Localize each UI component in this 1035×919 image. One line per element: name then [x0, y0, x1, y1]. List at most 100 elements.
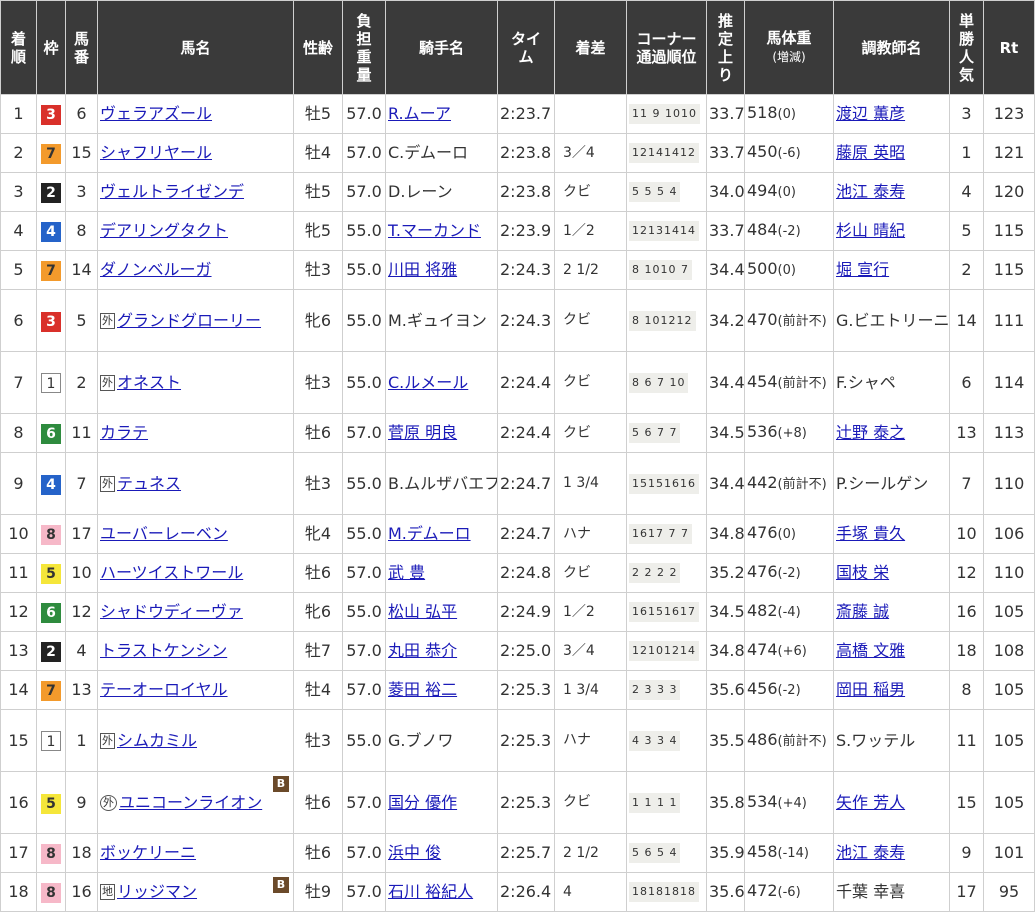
trainer-cell: F.シャペ — [833, 351, 950, 414]
horse-name-link[interactable]: カラテ — [100, 423, 148, 442]
frame-cell: 5 — [36, 553, 66, 593]
body-weight-cell: 486(前計不) — [744, 709, 834, 772]
trainer-link[interactable]: 池江 泰寿 — [836, 182, 905, 201]
body-weight-cell: 500(0) — [744, 250, 834, 290]
jockey-link[interactable]: C.ルメール — [388, 373, 468, 392]
trainer-cell: 矢作 芳人 — [833, 771, 950, 834]
trainer-link[interactable]: 手塚 貴久 — [836, 524, 905, 543]
number-cell: 9 — [65, 771, 98, 834]
number-cell: 10 — [65, 553, 98, 593]
horse-name-link[interactable]: グランドグローリー — [117, 311, 261, 330]
jockey-link[interactable]: 菅原 明良 — [388, 423, 457, 442]
horse-cell: 外シムカミル — [97, 709, 294, 772]
trainer-link[interactable]: 斎藤 誠 — [836, 602, 889, 621]
horse-name-link[interactable]: ボッケリーニ — [100, 843, 196, 862]
horse-name-link[interactable]: シャフリヤール — [100, 143, 212, 162]
rating-cell: 123 — [983, 94, 1035, 134]
body-weight-cell: 450(-6) — [744, 133, 834, 173]
weight-cell: 57.0 — [342, 631, 386, 671]
last3f-cell: 34.5 — [706, 413, 745, 453]
foreign-horse-mark: 外 — [100, 375, 115, 391]
horse-name-link[interactable]: ユニコーンライオン — [119, 793, 262, 812]
trainer-link[interactable]: 矢作 芳人 — [836, 793, 905, 812]
jockey-cell: 松山 弘平 — [385, 592, 498, 632]
horse-name-link[interactable]: デアリングタクト — [100, 221, 228, 240]
jockey-cell: T.マーカンド — [385, 211, 498, 251]
corner-cell: 8 1010 7 — [626, 250, 707, 290]
horse-name-link[interactable]: シムカミル — [117, 731, 197, 750]
jockey-link[interactable]: 川田 将雅 — [388, 260, 457, 279]
trainer-cell: 斎藤 誠 — [833, 592, 950, 632]
jockey-link[interactable]: T.マーカンド — [388, 221, 481, 240]
jockey-link[interactable]: M.デムーロ — [388, 524, 471, 543]
number-cell: 7 — [65, 452, 98, 515]
corner-cell: 1 1 1 1 — [626, 771, 707, 834]
weight-cell: 55.0 — [342, 289, 386, 352]
jockey-link[interactable]: 菱田 裕二 — [388, 680, 457, 699]
horse-name-link[interactable]: テーオーロイヤル — [100, 680, 228, 699]
body-weight-value: 450 — [747, 142, 778, 161]
jockey-link[interactable]: 国分 優作 — [388, 793, 457, 812]
trainer-link[interactable]: 渡辺 薫彦 — [836, 104, 905, 123]
trainer-link[interactable]: 池江 泰寿 — [836, 843, 905, 862]
horse-cell: テーオーロイヤル — [97, 670, 294, 710]
trainer-link[interactable]: 杉山 晴紀 — [836, 221, 905, 240]
popularity-cell: 5 — [949, 211, 984, 251]
trainer-link[interactable]: 岡田 稲男 — [836, 680, 905, 699]
horse-name-link[interactable]: ヴェルトライゼンデ — [100, 182, 244, 201]
foreign-horse-mark: 外 — [100, 313, 115, 329]
frame-cell: 1 — [36, 351, 66, 414]
last3f-cell: 33.7 — [706, 94, 745, 134]
last3f-cell: 34.2 — [706, 289, 745, 352]
table-row: 1 3 6 ヴェラアズール 牡5 57.0 R.ムーア 2:23.7 11 9 1010 33.7… — [0, 94, 1035, 134]
trainer-cell: 国枝 栄 — [833, 553, 950, 593]
trainer-link[interactable]: 高橋 文雅 — [836, 641, 905, 660]
jockey-link[interactable]: R.ムーア — [388, 104, 451, 123]
trainer-link[interactable]: 国枝 栄 — [836, 563, 889, 582]
jockey-link[interactable]: 松山 弘平 — [388, 602, 457, 621]
horse-name-link[interactable]: オネスト — [117, 373, 181, 392]
popularity-cell: 9 — [949, 833, 984, 873]
time-cell: 2:24.3 — [497, 289, 555, 352]
jockey-link[interactable]: 丸田 恭介 — [388, 641, 457, 660]
rank-cell: 9 — [0, 452, 37, 515]
margin-cell: クビ — [554, 351, 627, 414]
col-header-number: 馬番 — [65, 0, 98, 95]
sex-age-cell: 牡3 — [293, 709, 343, 772]
horse-name-link[interactable]: テュネス — [117, 474, 181, 493]
time-cell: 2:25.0 — [497, 631, 555, 671]
body-weight-change: (-2) — [777, 683, 801, 698]
horse-name-link[interactable]: トラストケンシン — [100, 641, 227, 660]
last3f-cell: 33.7 — [706, 211, 745, 251]
body-weight-cell: 470(前計不) — [744, 289, 834, 352]
jockey-link[interactable]: 石川 裕紀人 — [388, 882, 473, 901]
trainer-link[interactable]: 堀 宣行 — [836, 260, 889, 279]
horse-name-link[interactable]: ハーツイストワール — [100, 563, 243, 582]
horse-name-link[interactable]: シャドウディーヴァ — [100, 602, 243, 621]
corner-positions: 2 2 2 2 — [629, 563, 681, 583]
trainer-cell: G.ビエトリーニ — [833, 289, 950, 352]
rank-cell: 4 — [0, 211, 37, 251]
horse-name-link[interactable]: ダノンベルーガ — [100, 260, 212, 279]
horse-name-link[interactable]: リッジマン — [117, 882, 197, 901]
horse-cell: 外ユニコーンライオン B — [97, 771, 294, 834]
rank-cell: 5 — [0, 250, 37, 290]
corner-positions: 12141412 — [629, 143, 699, 163]
jockey-cell: 川田 将雅 — [385, 250, 498, 290]
corner-cell: 12141412 — [626, 133, 707, 173]
frame-cell: 8 — [36, 872, 66, 912]
race-results-table: 着順 枠 馬番 馬名 性齢 負担重量 騎手名 タイム 着差 コーナー 通過順位 推… — [0, 0, 1035, 912]
margin-cell: 1／2 — [554, 211, 627, 251]
sex-age-cell: 牡6 — [293, 413, 343, 453]
trainer-link[interactable]: 辻野 泰之 — [836, 423, 905, 442]
horse-cell: ダノンベルーガ — [97, 250, 294, 290]
sex-age-cell: 牡5 — [293, 94, 343, 134]
horse-name-link[interactable]: ユーバーレーベン — [100, 524, 228, 543]
jockey-link[interactable]: 武 豊 — [388, 563, 425, 582]
horse-name-wrap: ハーツイストワール — [100, 563, 243, 582]
jockey-link[interactable]: 浜中 俊 — [388, 843, 441, 862]
trainer-link[interactable]: 藤原 英昭 — [836, 143, 905, 162]
corner-cell: 11 9 1010 — [626, 94, 707, 134]
horse-name-link[interactable]: ヴェラアズール — [100, 104, 212, 123]
col-header-horse: 馬名 — [97, 0, 294, 95]
